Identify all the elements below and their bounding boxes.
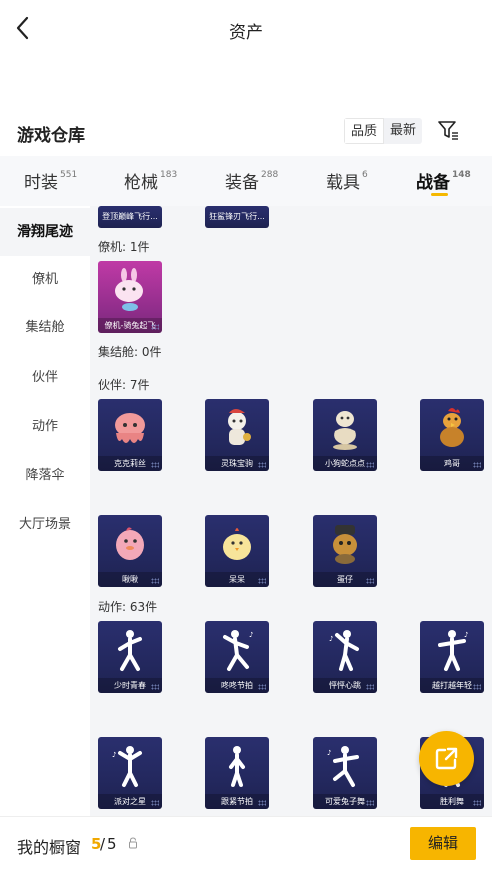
item-grid: 登顶巅峰飞行... 狂鲨锋刃飞行... 僚机: 1件 僚机-骑兔起飞 集结舱: …	[90, 206, 492, 816]
edit-button[interactable]: 编辑	[410, 827, 476, 860]
item-card[interactable]: ♪ 越打越年轻	[420, 621, 484, 693]
item-card[interactable]: 少时青春	[98, 621, 162, 693]
dance-pose-icon: ♪	[438, 630, 468, 671]
chicken-partner-icon	[440, 408, 464, 447]
sidebar-item-glide-trail[interactable]: 滑翔尾迹	[0, 208, 90, 256]
chick-partner-icon	[223, 528, 251, 560]
showcase-bar: 我的橱窗 5 / 5 编辑	[0, 816, 492, 871]
svg-text:♪: ♪	[112, 751, 116, 759]
share-button[interactable]	[419, 731, 474, 786]
item-card[interactable]: 克克莉丝	[98, 399, 162, 471]
sidebar: 滑翔尾迹 僚机 集结舱 伙伴 动作 降落伞 大厅场景	[0, 206, 90, 816]
lock-icon	[129, 837, 137, 849]
group-label-wingman: 僚机: 1件	[98, 240, 150, 254]
tab-fashion[interactable]: 时装 551	[24, 168, 77, 193]
item-card[interactable]: 蛋仔	[313, 515, 377, 587]
item-card[interactable]: 灵珠宝驹	[205, 399, 269, 471]
octopus-partner-icon	[115, 413, 145, 443]
warehouse-title: 游戏仓库	[17, 126, 85, 146]
sidebar-item-parachute[interactable]: 降落伞	[0, 452, 90, 500]
dance-pose-icon	[229, 746, 245, 787]
filter-icon[interactable]	[436, 118, 460, 142]
group-label-partner: 伙伴: 7件	[98, 378, 150, 392]
sort-quality-button[interactable]: 品质	[344, 118, 385, 144]
item-card[interactable]: ♪ 怦怦心跳	[313, 621, 377, 693]
showcase-label: 我的橱窗	[17, 838, 82, 857]
snake-partner-icon	[333, 411, 357, 450]
pony-partner-icon	[228, 409, 251, 445]
item-card[interactable]: 啾啾	[98, 515, 162, 587]
item-card[interactable]: 僚机-骑兔起飞	[98, 261, 162, 333]
item-name: 登顶巅峰飞行...	[102, 212, 158, 221]
category-tabs: 时装 551 枪械 183 装备 288 载具 6 战备 148	[0, 156, 492, 206]
sidebar-item-capsule[interactable]: 集结舱	[0, 304, 90, 352]
showcase-count-max: 5	[107, 835, 117, 853]
group-label-emote: 动作: 63件	[98, 600, 158, 614]
item-card[interactable]: ♪ 派对之星	[98, 737, 162, 809]
sort-latest-button[interactable]: 最新	[384, 118, 422, 144]
tab-equipment[interactable]: 装备 288	[225, 168, 278, 193]
item-card[interactable]: 小狗蛇点点	[313, 399, 377, 471]
sidebar-item-lobby-scene[interactable]: 大厅场景	[0, 501, 90, 549]
page-title: 资产	[229, 23, 263, 43]
item-card[interactable]: 鸡哥	[420, 399, 484, 471]
item-card[interactable]: 狂鲨锋刃飞行...	[205, 206, 269, 228]
item-card[interactable]: 登顶巅峰飞行...	[98, 206, 162, 228]
dance-pose-icon: ♪	[327, 746, 359, 787]
sidebar-item-emote[interactable]: 动作	[0, 403, 90, 451]
item-card[interactable]: ♪ 可爱兔子舞	[313, 737, 377, 809]
sort-toggle: 品质 最新	[344, 118, 423, 144]
external-link-icon	[435, 747, 458, 770]
sidebar-item-partner[interactable]: 伙伴	[0, 354, 90, 402]
item-card[interactable]: 呆呆	[205, 515, 269, 587]
egg-partner-icon	[333, 525, 357, 564]
dance-pose-icon	[118, 630, 142, 671]
svg-text:♪: ♪	[329, 635, 333, 643]
active-tab-indicator	[431, 193, 448, 196]
svg-text:♪: ♪	[249, 631, 253, 639]
tab-guns[interactable]: 枪械 183	[124, 168, 177, 193]
group-label-capsule: 集结舱: 0件	[98, 345, 162, 359]
item-card[interactable]: ♪ 咚咚节拍	[205, 621, 269, 693]
item-name: 狂鲨锋刃飞行...	[209, 212, 265, 221]
svg-text:♪: ♪	[464, 631, 468, 639]
dance-pose-icon: ♪	[223, 630, 253, 671]
dance-pose-icon: ♪	[112, 746, 142, 787]
item-card[interactable]: 跟紧节拍	[205, 737, 269, 809]
svg-text:♪: ♪	[327, 749, 331, 757]
showcase-count-separator: /	[100, 835, 106, 853]
rabbit-wingman-icon	[115, 268, 143, 311]
dance-pose-icon: ♪	[329, 630, 359, 671]
pink-bird-partner-icon	[116, 527, 144, 560]
top-bar: 资产	[0, 0, 492, 58]
tab-preparation[interactable]: 战备 148	[416, 168, 471, 193]
sidebar-item-wingman[interactable]: 僚机	[0, 256, 90, 304]
tab-vehicles[interactable]: 载具 6	[326, 168, 368, 193]
